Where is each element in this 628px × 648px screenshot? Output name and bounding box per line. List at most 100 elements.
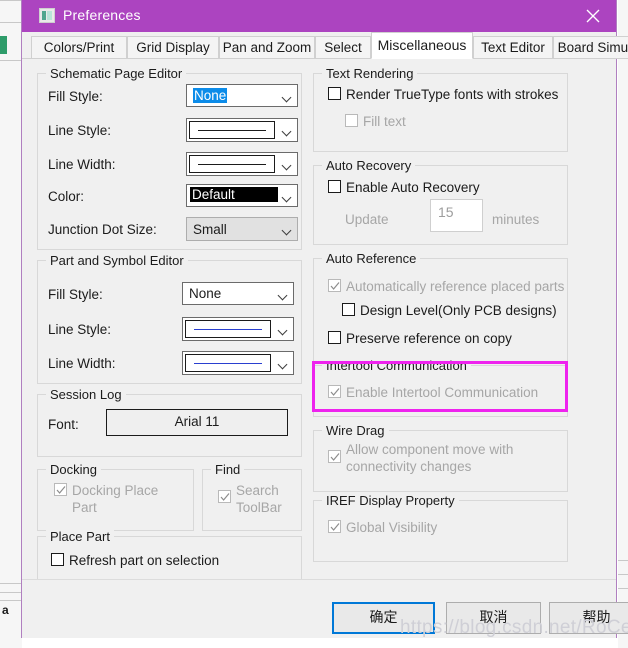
group-caption: Wire Drag: [322, 423, 389, 438]
check-icon: [56, 486, 66, 494]
checkbox-box: [328, 450, 341, 463]
window-titlebar: Preferences: [22, 0, 616, 32]
cancel-button[interactable]: 取消: [446, 602, 541, 634]
combo-value: None: [193, 88, 228, 103]
combo-part-fill-style[interactable]: None: [182, 282, 294, 305]
combo-sch-line-width[interactable]: [186, 152, 298, 176]
chevron-down-icon: [279, 327, 288, 332]
line-style-preview: [185, 320, 271, 338]
group-caption: Docking: [46, 462, 101, 477]
label-sch-line-width: Line Width:: [48, 157, 116, 172]
checkbox-box: [342, 303, 355, 316]
combo-value: Small: [193, 222, 227, 237]
checkbox-label: Enable Intertool Communication: [346, 385, 539, 400]
check-icon: [220, 493, 230, 501]
label-sch-junction-dot-size: Junction Dot Size:: [48, 222, 157, 237]
close-window-button[interactable]: [570, 0, 616, 32]
checkbox-label: Design Level(Only PCB designs): [360, 303, 557, 318]
interval-value: 15: [438, 204, 454, 220]
label-part-line-width: Line Width:: [48, 356, 116, 371]
checkbox-label: Global Visibility: [346, 520, 438, 535]
dialog-footer: 确定 取消 帮助: [22, 579, 628, 638]
checkbox-label: Enable Auto Recovery: [346, 180, 480, 195]
checkbox-box: [345, 114, 358, 127]
line-style-preview: [189, 121, 275, 139]
combo-sch-line-style[interactable]: [186, 118, 298, 142]
line-width-preview: [189, 155, 275, 173]
checkbox-box: [328, 520, 341, 533]
chevron-down-icon: [283, 162, 292, 167]
checkbox-label: Allow component move with connectivity c…: [346, 442, 514, 474]
group-caption: Place Part: [46, 529, 114, 544]
group-caption: Auto Reference: [322, 251, 421, 266]
label-update: Update: [345, 212, 389, 227]
label-minutes: minutes: [492, 212, 540, 227]
miscellaneous-panel: Schematic Page Editor Fill Style: None L…: [22, 59, 616, 588]
group-caption: Intertool Communication: [322, 358, 471, 373]
background-green-marker: [0, 36, 7, 54]
checkbox-label: Refresh part on selection: [69, 553, 220, 568]
checkbox-box: [328, 385, 341, 398]
checkbox-box: [328, 180, 341, 193]
tab-text-editor[interactable]: Text Editor: [473, 36, 553, 59]
check-icon: [330, 523, 340, 531]
combo-sch-color[interactable]: Default: [186, 184, 298, 207]
close-icon: [586, 9, 600, 23]
checkbox-label: Fill text: [363, 114, 406, 129]
checkbox-box: [328, 279, 341, 292]
checkbox-label: Automatically reference placed parts: [346, 279, 565, 294]
chevron-down-icon: [283, 94, 292, 99]
group-caption: Auto Recovery: [322, 158, 416, 173]
checkbox-box: [54, 483, 67, 496]
combo-part-line-width[interactable]: [182, 351, 294, 375]
checkbox-box: [328, 87, 341, 100]
chevron-down-icon: [283, 227, 292, 232]
check-icon: [330, 282, 340, 290]
combo-value: Default: [190, 187, 278, 202]
label-sch-color: Color:: [48, 189, 85, 204]
group-caption: Schematic Page Editor: [46, 66, 187, 81]
checkbox-label: Search ToolBar: [236, 483, 282, 515]
checkbox-label: Docking Place Part: [72, 483, 159, 515]
label-part-fill-style: Fill Style:: [48, 287, 103, 302]
tab-board-simulation[interactable]: Board Simulation: [553, 36, 628, 59]
ok-button[interactable]: 确定: [332, 602, 435, 634]
preferences-window: Preferences Colors/Print Grid Display Pa…: [21, 0, 628, 638]
background-left-strip: a: [0, 0, 22, 648]
help-button[interactable]: 帮助: [549, 602, 628, 634]
checkbox-label: Render TrueType fonts with strokes: [346, 87, 559, 102]
background-right-strip: [618, 0, 628, 648]
session-log-font-button[interactable]: Arial 11: [106, 409, 288, 436]
label-session-log-font: Font:: [48, 417, 79, 432]
chevron-down-icon: [283, 194, 292, 199]
combo-sch-fill-style[interactable]: None: [186, 84, 298, 107]
group-caption: Session Log: [46, 387, 126, 402]
label-sch-line-style: Line Style:: [48, 123, 112, 138]
check-icon: [330, 453, 340, 461]
combo-value: None: [189, 286, 222, 301]
group-caption: Text Rendering: [322, 66, 418, 81]
group-caption: Part and Symbol Editor: [46, 253, 188, 268]
tab-miscellaneous[interactable]: Miscellaneous: [371, 32, 473, 59]
line-width-preview: [185, 354, 271, 372]
tab-pan-and-zoom[interactable]: Pan and Zoom: [219, 36, 315, 59]
label-part-line-style: Line Style:: [48, 322, 112, 337]
chevron-down-icon: [283, 128, 292, 133]
checkbox-label: Preserve reference on copy: [346, 331, 512, 346]
tab-colors-print[interactable]: Colors/Print: [31, 36, 127, 59]
tab-select[interactable]: Select: [315, 36, 371, 59]
chevron-down-icon: [279, 292, 288, 297]
combo-sch-junction-dot-size[interactable]: Small: [186, 217, 298, 241]
window-title: Preferences: [63, 7, 141, 23]
chevron-down-icon: [279, 361, 288, 366]
combo-part-line-style[interactable]: [182, 317, 294, 341]
tab-bar: Colors/Print Grid Display Pan and Zoom S…: [22, 32, 628, 59]
app-icon: [39, 8, 55, 23]
label-sch-fill-style: Fill Style:: [48, 89, 103, 104]
checkbox-box: [328, 331, 341, 344]
checkbox-box: [218, 490, 231, 503]
group-caption: Find: [211, 462, 245, 477]
auto-recovery-interval-input[interactable]: 15: [430, 199, 483, 232]
tab-grid-display[interactable]: Grid Display: [127, 36, 219, 59]
group-text-rendering: Text Rendering: [313, 66, 568, 152]
